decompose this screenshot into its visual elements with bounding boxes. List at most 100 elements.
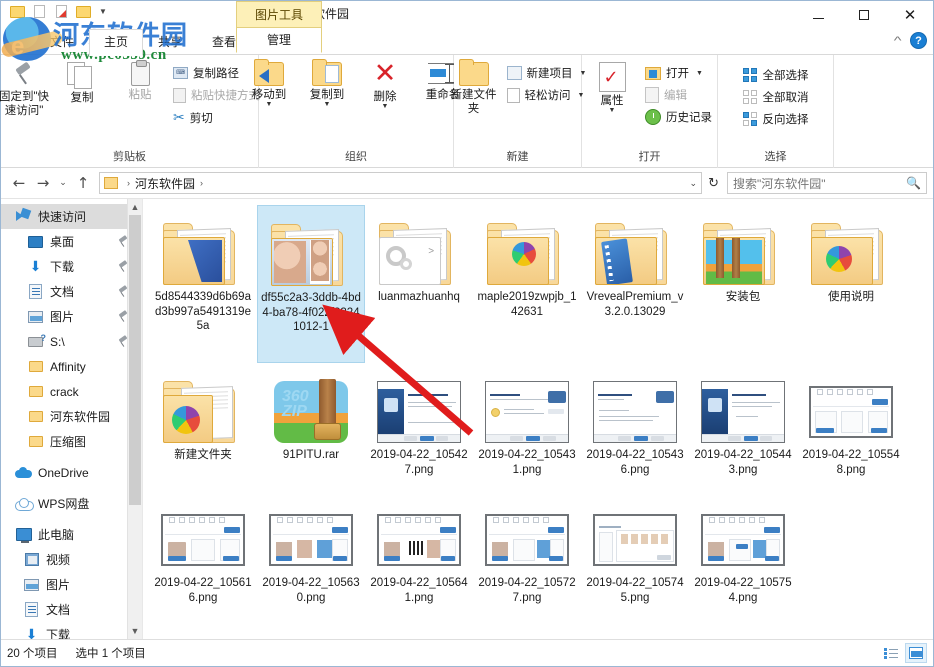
sidebar-item-drive-s[interactable]: S:\ [1, 329, 142, 354]
properties-button[interactable]: ✓ 属性 ▼ [583, 59, 641, 116]
paste-shortcut-icon [173, 87, 186, 103]
folder-icon [27, 434, 44, 450]
new-folder-qat-icon[interactable] [9, 3, 27, 21]
scroll-down-arrow-icon[interactable]: ▼ [128, 623, 142, 639]
downloads-icon: ⬇ [29, 258, 42, 275]
sidebar-item-documents[interactable]: 文档 [1, 279, 142, 304]
copy-button[interactable]: 复制 [53, 59, 111, 108]
back-button[interactable]: ← [7, 171, 31, 195]
file-tile-folder[interactable]: 安装包 [689, 205, 797, 363]
sidebar-item-quick-access[interactable]: 快速访问 [1, 204, 142, 229]
new-folder-button[interactable]: 新建文件夹 [445, 59, 503, 119]
file-tile-folder[interactable]: 使用说明 [797, 205, 905, 363]
file-tile-folder[interactable]: 5d8544339d6b69ad3b997a5491319e5a [149, 205, 257, 363]
breadcrumb-separator[interactable]: › [200, 178, 203, 188]
tab-home[interactable]: 主页 [89, 29, 144, 56]
sidebar-item-yasuotu[interactable]: 压缩图 [1, 429, 142, 454]
move-to-button[interactable]: 移动到 ▼ [240, 59, 298, 110]
file-tile-image[interactable]: 2019-04-22_105443.png [689, 363, 797, 491]
videos-icon [23, 552, 40, 568]
maximize-button[interactable] [841, 1, 887, 29]
tab-share[interactable]: 共享 [143, 29, 197, 56]
file-tile-image[interactable]: 2019-04-22_105630.png [257, 491, 365, 619]
open-button[interactable]: 打开 ▼ [641, 63, 716, 83]
navigation-scrollbar[interactable]: ▲ ▼ [127, 199, 142, 639]
forward-button[interactable]: → [31, 171, 55, 195]
file-list-view[interactable]: 5d8544339d6b69ad3b997a5491319e5a df55c2a… [143, 199, 933, 639]
file-tile-image[interactable]: 2019-04-22_105548.png [797, 363, 905, 491]
file-tile-image[interactable]: 2019-04-22_105427.png [365, 363, 473, 491]
history-button[interactable]: 历史记录 [641, 107, 716, 127]
sidebar-item-videos[interactable]: 视频 [1, 547, 142, 572]
file-tile-image[interactable]: 2019-04-22_105754.png [689, 491, 797, 619]
minimize-button[interactable] [795, 1, 841, 29]
sidebar-item-onedrive[interactable]: OneDrive [1, 460, 142, 485]
file-name: 新建文件夹 [174, 449, 232, 461]
sidebar-item-affinity[interactable]: Affinity [1, 354, 142, 379]
address-field-controls: ⌄ [690, 178, 698, 189]
file-tile-archive[interactable]: 360 ZIP 91PITU.rar [257, 363, 365, 491]
file-tile-folder[interactable]: > luanmazhuanhq [365, 205, 473, 363]
copy-to-label: 复制到 [309, 89, 345, 101]
delete-button[interactable]: ✕ 删除 ▼ [356, 59, 414, 112]
sidebar-item-downloads[interactable]: ⬇ 下载 [1, 254, 142, 279]
properties-qat-icon[interactable] [31, 3, 49, 21]
main-area: 快速访问 桌面 ⬇ 下载 文档 图片 ? S:\ Affinity crack … [1, 199, 933, 639]
file-tile-image[interactable]: 2019-04-22_105616.png [149, 491, 257, 619]
chevron-up-icon[interactable]: ^ [894, 35, 902, 47]
search-icon[interactable]: 🔍 [906, 176, 921, 190]
details-view-button[interactable] [880, 643, 902, 663]
invert-selection-button[interactable]: 反向选择 [739, 109, 813, 129]
tab-file[interactable]: 文件 [35, 29, 89, 56]
file-tile-image[interactable]: 2019-04-22_105431.png [473, 363, 581, 491]
sidebar-item-downloads-pc[interactable]: ⬇ 下载 [1, 622, 142, 640]
file-tile-image[interactable]: 2019-04-22_105436.png [581, 363, 689, 491]
large-icons-view-button[interactable] [905, 643, 927, 663]
chevron-down-icon[interactable]: ▼ [696, 70, 703, 77]
refresh-button[interactable]: ↻ [708, 175, 719, 191]
help-icon[interactable]: ? [910, 32, 927, 49]
file-tile-image[interactable]: 2019-04-22_105727.png [473, 491, 581, 619]
file-tile-folder-selected[interactable]: df55c2a3-3ddb-4bd4-ba78-4f022f83241012-1 [257, 205, 365, 363]
recent-locations-button[interactable]: ⌄ [55, 171, 71, 195]
chevron-down-icon[interactable]: ⌄ [690, 178, 698, 189]
folder-qat-icon[interactable] [75, 3, 93, 21]
scrollbar-thumb[interactable] [129, 215, 141, 505]
pin-to-quick-access-button[interactable]: 固定到"快速访问" [0, 59, 53, 121]
edit-button[interactable]: 编辑 [641, 85, 716, 105]
sidebar-item-documents-pc[interactable]: 文档 [1, 597, 142, 622]
close-button[interactable]: ✕ [887, 1, 933, 29]
sidebar-item-crack[interactable]: crack [1, 379, 142, 404]
paste-button[interactable]: 粘贴 [111, 59, 169, 105]
sidebar-item-pictures-pc[interactable]: 图片 [1, 572, 142, 597]
chevron-down-icon[interactable]: ▼ [99, 3, 107, 21]
file-tile-folder[interactable]: VrevealPremium_v3.2.0.13029 [581, 205, 689, 363]
select-none-button[interactable]: 全部取消 [739, 87, 813, 107]
file-tile-folder[interactable]: 新建文件夹 [149, 363, 257, 491]
sidebar-item-desktop[interactable]: 桌面 [1, 229, 142, 254]
chevron-down-icon[interactable]: ▼ [382, 103, 389, 110]
chevron-down-icon[interactable]: ▼ [324, 101, 331, 108]
file-tile-image[interactable]: 2019-04-22_105641.png [365, 491, 473, 619]
open-label: 打开 [666, 68, 689, 80]
up-button[interactable]: ↑ [71, 171, 95, 195]
sidebar-item-wps-cloud[interactable]: WPS网盘 [1, 491, 142, 516]
chevron-down-icon[interactable]: ▼ [609, 107, 616, 114]
scroll-up-arrow-icon[interactable]: ▲ [128, 199, 142, 215]
undo-qat-icon[interactable] [53, 3, 71, 21]
breadcrumb-separator: › [127, 178, 130, 188]
search-box[interactable]: 搜索"河东软件园" 🔍 [727, 172, 927, 194]
breadcrumb-item-0[interactable]: 河东软件园 [135, 175, 195, 192]
copy-to-button[interactable]: 复制到 ▼ [298, 59, 356, 110]
sidebar-item-this-pc[interactable]: 此电脑 [1, 522, 142, 547]
quick-access-toolbar[interactable]: ▼ [9, 3, 107, 21]
sidebar-item-hedong[interactable]: 河东软件园 [1, 404, 142, 429]
breadcrumb-field[interactable]: › 河东软件园 › ⌄ [99, 172, 703, 194]
large-icons-view-icon [909, 647, 923, 659]
chevron-down-icon[interactable]: ▼ [266, 101, 273, 108]
tab-manage[interactable]: 管理 [236, 27, 322, 53]
file-tile-folder[interactable]: maple2019zwpjb_142631 [473, 205, 581, 363]
file-tile-image[interactable]: 2019-04-22_105745.png [581, 491, 689, 619]
select-all-button[interactable]: 全部选择 [739, 65, 813, 85]
sidebar-item-pictures[interactable]: 图片 [1, 304, 142, 329]
